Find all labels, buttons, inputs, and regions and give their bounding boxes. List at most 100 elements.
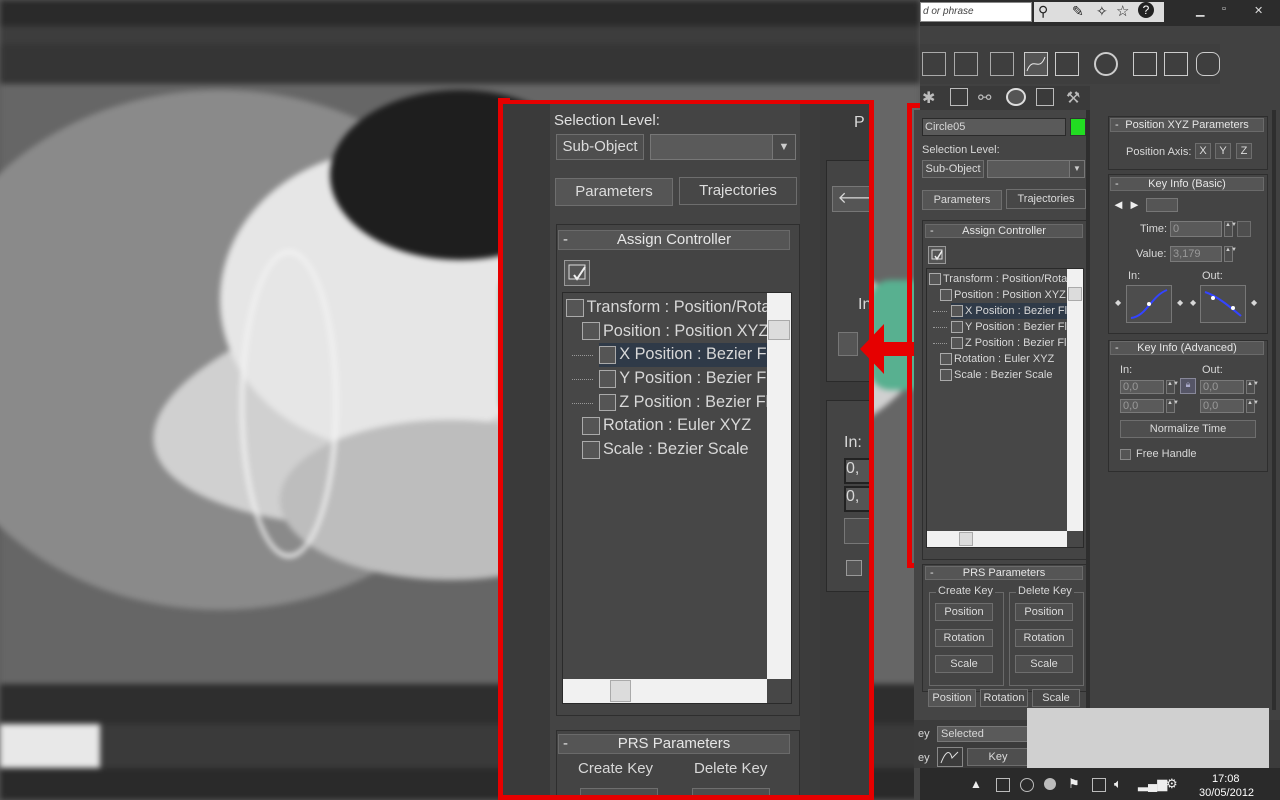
tray-signal-icon[interactable]: ▂▄▆ <box>1138 776 1167 792</box>
key-number-field[interactable] <box>1146 198 1178 212</box>
bottom-tab-rotation[interactable]: Rotation <box>980 689 1028 707</box>
selected-dropdown[interactable]: Selected <box>937 726 1029 742</box>
tab-hierarchy-icon[interactable]: ⚯ <box>978 88 991 108</box>
axis-y-button[interactable]: Y <box>1215 143 1231 159</box>
tab-utilities-icon[interactable]: ⚒ <box>1066 88 1080 108</box>
create-key-label: Create Key <box>936 585 996 597</box>
tab-create-icon[interactable]: ✱ <box>922 88 935 108</box>
assign-controller-icon[interactable] <box>928 246 946 264</box>
render-teapot-icon[interactable] <box>1196 52 1220 76</box>
tree-row[interactable]: X Position : Bezier Fl <box>951 303 1067 319</box>
sub-object-dropdown[interactable]: ▼ <box>987 160 1085 178</box>
advanced-out-spinner-2[interactable]: 0,0 <box>1200 399 1244 413</box>
render-frame-icon[interactable] <box>1164 52 1188 76</box>
create-position-key-button[interactable]: Position <box>935 603 993 621</box>
tree-row[interactable]: Y Position : Bezier Fl <box>951 319 1067 335</box>
in-tangent-prev-icon[interactable]: ◆ <box>1115 298 1121 307</box>
tray-app-icon-2[interactable] <box>1020 778 1034 792</box>
delete-scale-key-button[interactable]: Scale <box>1015 655 1073 673</box>
search-input[interactable]: d or phrase <box>920 2 1032 22</box>
next-key-arrow-icon[interactable]: ► <box>1128 197 1141 212</box>
render-setup-icon[interactable] <box>1133 52 1157 76</box>
normalize-time-button[interactable]: Normalize Time <box>1120 420 1256 438</box>
key-info-advanced-header[interactable]: - Key Info (Advanced) <box>1110 341 1264 355</box>
key-info-basic-header[interactable]: - Key Info (Basic) <box>1110 177 1264 191</box>
binoculars-icon[interactable]: ⚲ <box>1038 3 1048 20</box>
object-color-swatch[interactable] <box>1070 118 1086 136</box>
scene-explorer-icon[interactable] <box>990 52 1014 76</box>
restore-button[interactable]: ▫ <box>1222 3 1226 15</box>
layer-manager-icon[interactable] <box>954 52 978 76</box>
axis-z-button[interactable]: Z <box>1236 143 1252 159</box>
out-tangent-next-icon[interactable]: ◆ <box>1251 298 1257 307</box>
panel-scrollbar[interactable] <box>1086 110 1090 710</box>
tree-horizontal-scrollbar[interactable] <box>927 531 1067 547</box>
advanced-in-spinner-2[interactable]: 0,0 <box>1120 399 1164 413</box>
tree-row[interactable]: Transform : Position/Rotat <box>929 271 1070 287</box>
tray-chevron-icon[interactable]: ▲ <box>970 777 982 791</box>
prev-key-arrow-icon[interactable]: ◄ <box>1112 197 1125 212</box>
create-rotation-key-button[interactable]: Rotation <box>935 629 993 647</box>
tree-row[interactable]: Rotation : Euler XYZ <box>940 351 1054 367</box>
free-handle-checkbox[interactable] <box>1120 449 1131 460</box>
bezier-scale-icon <box>940 369 952 382</box>
position-axis-label: Position Axis: <box>1126 146 1192 158</box>
tree-row[interactable]: Z Position : Bezier Fl <box>951 335 1066 351</box>
tab-motion-icon[interactable] <box>1006 88 1026 106</box>
sub-object-button[interactable]: Sub-Object <box>922 160 984 178</box>
controller-tree[interactable]: Transform : Position/Rotat Position : Pos… <box>926 268 1084 548</box>
tab-modify-icon[interactable] <box>950 88 968 106</box>
out-tangent-prev-icon[interactable]: ◆ <box>1190 298 1196 307</box>
bezier-float-icon <box>951 337 963 350</box>
snap-icon[interactable] <box>922 52 946 76</box>
bookmark-icon[interactable]: ✧ <box>1096 3 1108 20</box>
help-icon[interactable]: ? <box>1138 2 1154 18</box>
minimize-button[interactable]: ▁ <box>1196 4 1204 17</box>
dope-sheet-icon[interactable] <box>1055 52 1079 76</box>
tools-icon[interactable]: ✎ <box>1072 3 1084 20</box>
tree-row-label: Transform : Position/Rotat <box>943 273 1071 285</box>
tab-display-icon[interactable] <box>1036 88 1054 106</box>
tab-trajectories[interactable]: Trajectories <box>1006 189 1086 209</box>
time-spinner[interactable]: 0 <box>1170 221 1222 237</box>
create-scale-key-button[interactable]: Scale <box>935 655 993 673</box>
delete-rotation-key-button[interactable]: Rotation <box>1015 629 1073 647</box>
time-lock-button[interactable] <box>1237 221 1251 237</box>
key-filters-button[interactable]: Key Filters... <box>967 748 1029 779</box>
advanced-out-spinner-1[interactable]: 0,0 <box>1200 380 1244 394</box>
tree-row[interactable]: Scale : Bezier Scale <box>940 367 1052 383</box>
advanced-in-spinner-1[interactable]: 0,0 <box>1120 380 1164 394</box>
tree-horizontal-thumb[interactable] <box>959 532 973 546</box>
tray-volume-icon[interactable]: 🔈︎ <box>1114 776 1122 792</box>
favorite-icon[interactable]: ☆ <box>1116 2 1129 20</box>
position-xyz-header[interactable]: - Position XYZ Parameters <box>1110 118 1264 132</box>
tray-app-icon-3[interactable] <box>1044 778 1056 790</box>
tray-settings-icon[interactable]: ⚙ <box>1166 776 1178 792</box>
prs-parameters-header[interactable]: - PRS Parameters <box>925 566 1083 580</box>
tray-network-icon[interactable] <box>1092 778 1106 792</box>
tray-flag-icon[interactable]: ⚑ <box>1068 776 1080 792</box>
curve-editor-icon[interactable] <box>1024 52 1048 76</box>
material-editor-icon[interactable] <box>1094 52 1118 76</box>
in-tangent-curve-button[interactable] <box>1126 285 1172 323</box>
right-scrollbar[interactable] <box>1272 110 1276 710</box>
object-name-field[interactable]: Circle05 <box>922 118 1066 136</box>
axis-x-button[interactable]: X <box>1195 143 1211 159</box>
clock-time: 17:08 <box>1212 773 1240 785</box>
tree-row-label: Position : Position XYZ <box>954 289 1066 301</box>
tree-vertical-scrollbar[interactable] <box>1067 269 1083 531</box>
in-tangent-next-icon[interactable]: ◆ <box>1177 298 1183 307</box>
tray-app-icon-1[interactable] <box>996 778 1010 792</box>
bottom-tab-position[interactable]: Position <box>928 689 976 707</box>
out-tangent-curve-button[interactable] <box>1200 285 1246 323</box>
key-mode-icon[interactable] <box>937 747 963 767</box>
tree-vertical-thumb[interactable] <box>1068 287 1082 301</box>
tree-row[interactable]: Position : Position XYZ <box>940 287 1066 303</box>
delete-position-key-button[interactable]: Position <box>1015 603 1073 621</box>
bottom-tab-scale[interactable]: Scale <box>1032 689 1080 707</box>
close-button[interactable]: ✕ <box>1254 4 1263 17</box>
lock-icon[interactable]: 🔒︎ <box>1180 378 1196 394</box>
assign-controller-header[interactable]: - Assign Controller <box>925 224 1083 238</box>
tab-parameters[interactable]: Parameters <box>922 190 1002 210</box>
value-spinner[interactable]: 3,179 <box>1170 246 1222 262</box>
